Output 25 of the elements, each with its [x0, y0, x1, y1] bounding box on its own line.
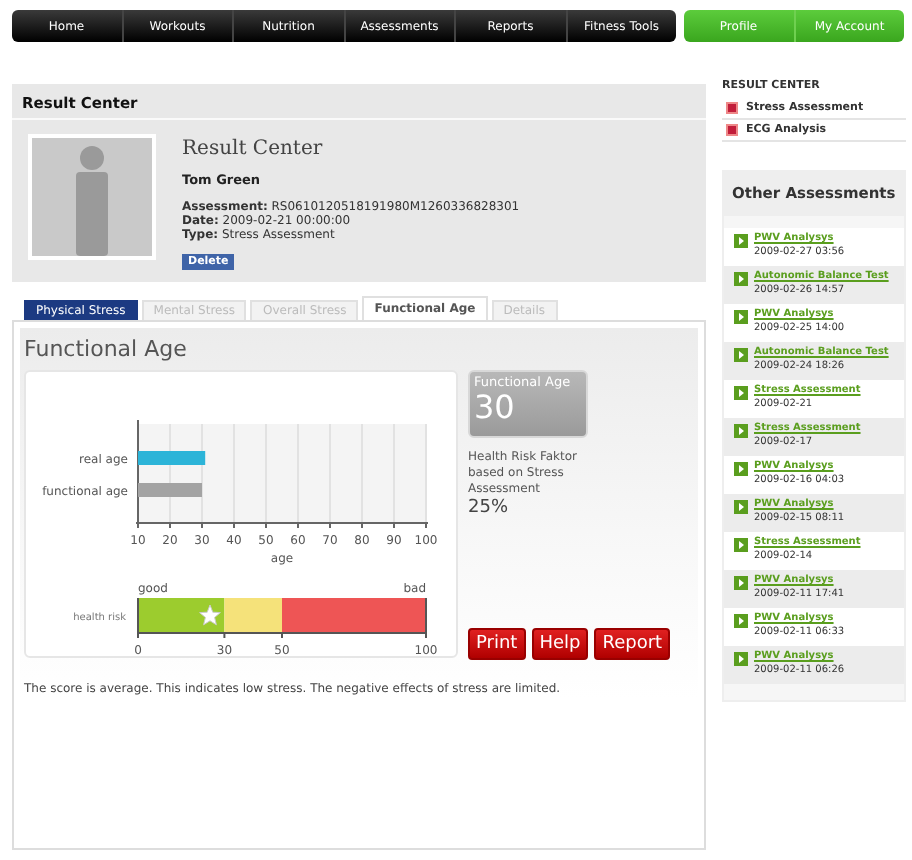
action-button[interactable]: Print — [468, 628, 526, 660]
bar — [138, 451, 206, 465]
section-title: Functional Age — [24, 336, 189, 362]
score-value: 30 — [474, 390, 517, 426]
profile-title: Result Center — [182, 138, 323, 160]
arrow-icon — [734, 386, 748, 400]
arrow-icon — [734, 424, 748, 438]
action-button[interactable]: Report — [594, 628, 671, 660]
risk-value: 25% — [468, 498, 509, 518]
arrow-icon — [734, 310, 748, 324]
arrow-icon — [734, 576, 748, 590]
bullet-icon — [726, 102, 738, 114]
arrow-icon — [734, 538, 748, 552]
y-axis — [137, 419, 139, 525]
arrow-icon — [734, 234, 748, 248]
avatar-icon — [28, 134, 156, 260]
action-button[interactable]: Help — [531, 628, 589, 660]
arrow-icon — [734, 500, 748, 514]
bullet-icon — [726, 124, 738, 136]
arrow-icon — [734, 348, 748, 362]
arrow-icon — [734, 462, 748, 476]
arrow-icon — [734, 652, 748, 666]
bar — [138, 483, 202, 497]
arrow-icon — [734, 614, 748, 628]
arrow-icon — [734, 272, 748, 286]
